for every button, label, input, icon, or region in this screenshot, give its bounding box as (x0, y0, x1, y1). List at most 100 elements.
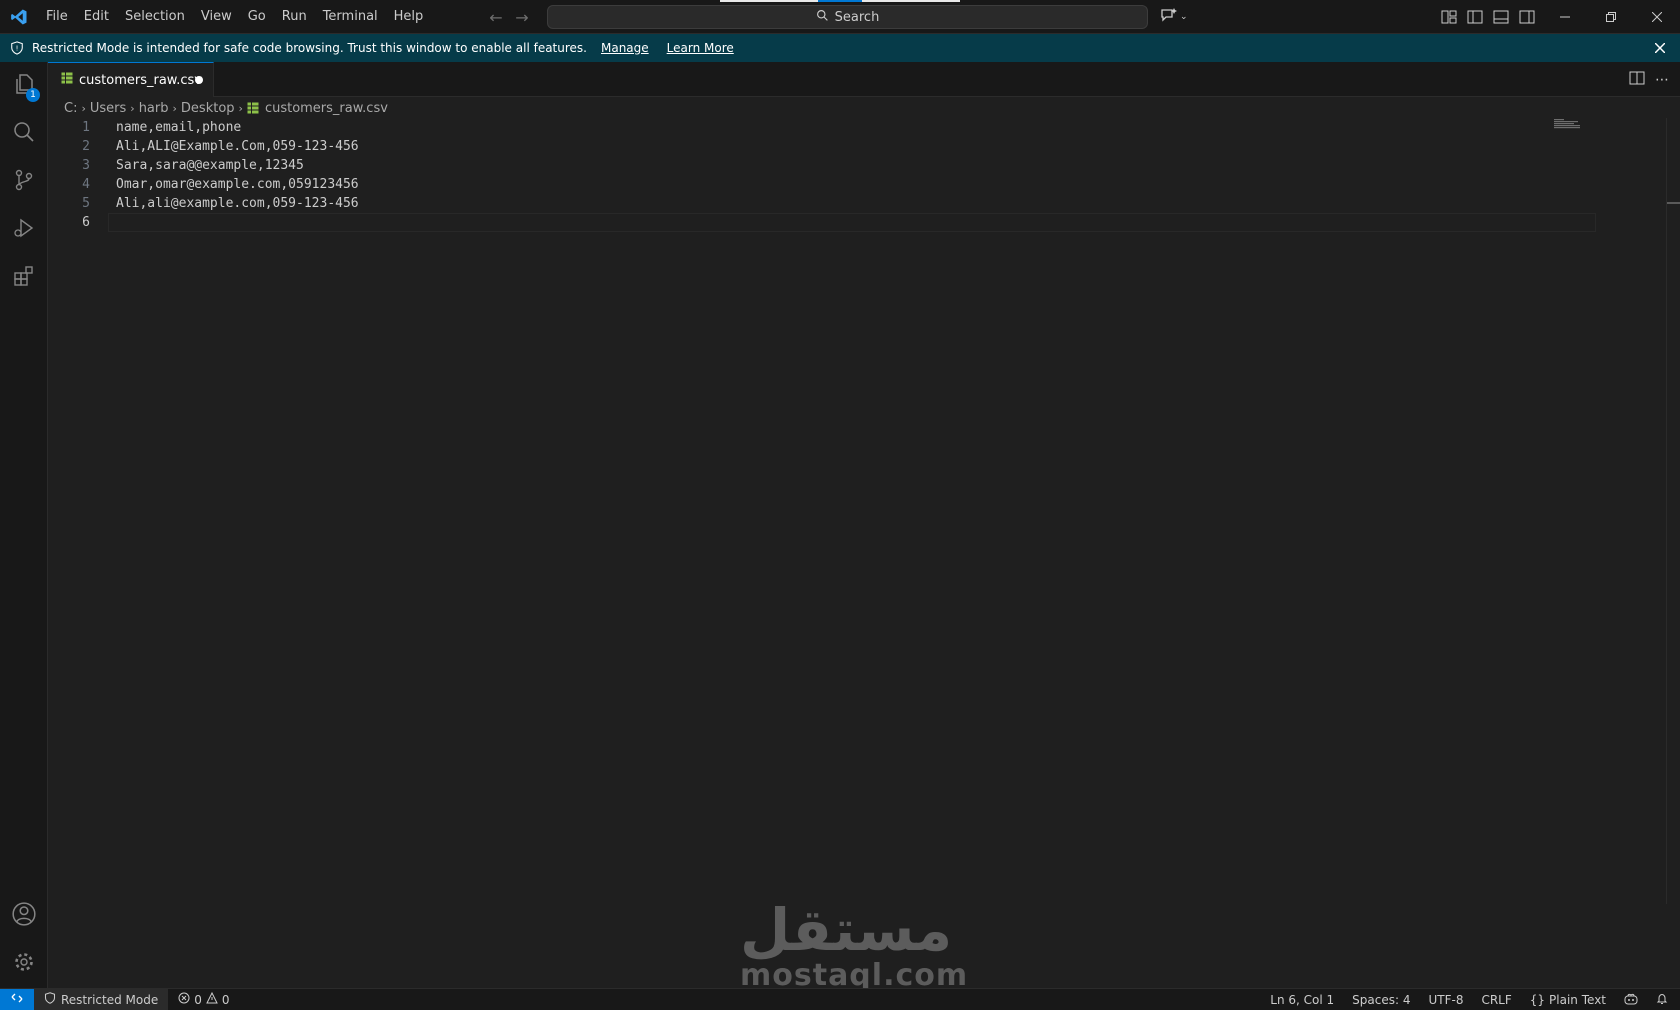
encoding[interactable]: UTF-8 (1419, 993, 1472, 1007)
code-line[interactable]: 3 Sara,sara@@example,12345 (48, 156, 1548, 175)
banner-message: Restricted Mode is intended for safe cod… (32, 41, 587, 55)
remote-icon (11, 992, 23, 1007)
line-text: Omar,omar@example.com,059123456 (116, 177, 359, 192)
menu-go[interactable]: Go (240, 0, 274, 34)
language-mode[interactable]: {} Plain Text (1521, 993, 1615, 1007)
extensions-button[interactable] (0, 254, 48, 302)
more-actions-icon[interactable]: ⋯ (1655, 72, 1670, 88)
forward-arrow-icon[interactable]: → (514, 8, 530, 27)
close-icon[interactable] (1652, 40, 1668, 56)
error-icon (178, 992, 190, 1007)
account-icon (11, 901, 37, 931)
navigation-arrows: ← → (488, 0, 530, 34)
restricted-mode-banner: ! Restricted Mode is intended for safe c… (0, 34, 1680, 62)
vscode-logo-icon (2, 0, 36, 34)
notifications-status[interactable] (1647, 993, 1680, 1008)
bell-icon (1656, 993, 1668, 1008)
line-number: 2 (82, 139, 90, 154)
explorer-badge: 1 (26, 88, 40, 102)
run-debug-button[interactable] (0, 206, 48, 254)
line-text: Sara,sara@@example,12345 (116, 158, 304, 173)
status-bar: Restricted Mode 0 0 Ln 6, Col 1 Spaces: … (0, 988, 1680, 1010)
minimap[interactable] (1554, 118, 1586, 129)
shield-icon (44, 992, 56, 1007)
error-count: 0 (194, 992, 202, 1007)
activity-bar: 1 (0, 62, 48, 990)
search-icon (12, 120, 36, 148)
chevron-right-icon: › (172, 101, 177, 115)
line-number: 6 (82, 215, 90, 230)
unsaved-dot-icon[interactable] (195, 76, 203, 84)
manage-link[interactable]: Manage (601, 41, 649, 55)
breadcrumb-users[interactable]: Users (90, 101, 126, 116)
end-of-line[interactable]: CRLF (1472, 993, 1520, 1007)
toggle-secondary-sidebar-icon[interactable] (1518, 8, 1536, 26)
title-bar: File Edit Selection View Go Run Terminal… (0, 0, 1680, 34)
code-line[interactable]: 2 Ali,ALI@Example.Com,059-123-456 (48, 137, 1548, 156)
menu-bar: File Edit Selection View Go Run Terminal… (38, 0, 431, 34)
breadcrumb-drive[interactable]: C: (64, 101, 77, 116)
minimize-icon[interactable] (1542, 0, 1588, 34)
tab-customers-raw-csv[interactable]: customers_raw.csv (48, 62, 214, 97)
menu-help[interactable]: Help (386, 0, 432, 34)
remote-button[interactable] (0, 988, 34, 1010)
svg-text:!: ! (16, 45, 19, 53)
manage-settings-button[interactable] (0, 940, 48, 988)
extensions-icon (12, 264, 36, 292)
breadcrumb-file[interactable]: customers_raw.csv (265, 101, 388, 116)
cursor-position[interactable]: Ln 6, Col 1 (1261, 993, 1343, 1007)
back-arrow-icon[interactable]: ← (488, 8, 504, 27)
search-view-button[interactable] (0, 110, 48, 158)
line-number: 3 (82, 158, 90, 173)
chevron-right-icon: › (238, 101, 243, 115)
source-control-icon (12, 168, 36, 196)
source-control-button[interactable] (0, 158, 48, 206)
command-center-search[interactable]: Search (547, 5, 1148, 29)
line-text: Ali,ali@example.com,059-123-456 (116, 196, 359, 211)
warning-count: 0 (221, 992, 230, 1007)
restricted-mode-status[interactable]: Restricted Mode (34, 988, 169, 1010)
search-icon (816, 9, 829, 26)
editor-tab-bar: customers_raw.csv ⋯ (48, 62, 1680, 97)
copilot-status[interactable] (1615, 993, 1647, 1008)
csv-file-icon (61, 72, 73, 88)
menu-run[interactable]: Run (274, 0, 315, 34)
code-line[interactable]: 1 name,email,phone (48, 118, 1548, 137)
code-line[interactable]: 4 Omar,omar@example.com,059123456 (48, 175, 1548, 194)
indentation[interactable]: Spaces: 4 (1343, 993, 1419, 1007)
toggle-panel-icon[interactable] (1492, 8, 1510, 26)
menu-selection[interactable]: Selection (117, 0, 193, 34)
menu-terminal[interactable]: Terminal (315, 0, 386, 34)
status-right: Ln 6, Col 1 Spaces: 4 UTF-8 CRLF {} Plai… (1261, 989, 1680, 1010)
breadcrumb-harb[interactable]: harb (139, 101, 169, 116)
menu-edit[interactable]: Edit (76, 0, 117, 34)
chevron-right-icon: › (130, 101, 135, 115)
warning-icon (206, 991, 218, 1007)
split-editor-icon[interactable] (1629, 71, 1645, 89)
menu-file[interactable]: File (38, 0, 76, 34)
close-window-icon[interactable] (1634, 0, 1680, 34)
braces-icon: {} (1529, 993, 1546, 1007)
problems-status[interactable]: 0 0 (168, 991, 239, 1007)
line-text: Ali,ALI@Example.Com,059-123-456 (116, 139, 359, 154)
code-line[interactable]: 5 Ali,ali@example.com,059-123-456 (48, 194, 1548, 213)
explorer-button[interactable]: 1 (0, 62, 48, 110)
restore-icon[interactable] (1588, 0, 1634, 34)
chevron-right-icon: › (81, 101, 86, 115)
editor-actions: ⋯ (1629, 62, 1670, 97)
window-controls (1542, 0, 1680, 34)
code-line-active[interactable]: 6 (48, 213, 1548, 232)
copilot-button[interactable]: ⌄ (1160, 0, 1188, 34)
customize-layout-icon[interactable] (1440, 8, 1458, 26)
toggle-primary-sidebar-icon[interactable] (1466, 8, 1484, 26)
restricted-mode-label: Restricted Mode (61, 992, 159, 1007)
breadcrumb-desktop[interactable]: Desktop (181, 101, 235, 116)
search-label: Search (834, 9, 880, 25)
run-debug-icon (12, 216, 36, 244)
learn-more-link[interactable]: Learn More (667, 41, 734, 55)
menu-view[interactable]: View (193, 0, 240, 34)
watermark-arabic: مستقل (740, 896, 953, 964)
code-editor[interactable]: 1 name,email,phone 2 Ali,ALI@Example.Com… (48, 118, 1680, 990)
accounts-button[interactable] (0, 892, 48, 940)
editor-scrollbar[interactable] (1666, 118, 1680, 904)
